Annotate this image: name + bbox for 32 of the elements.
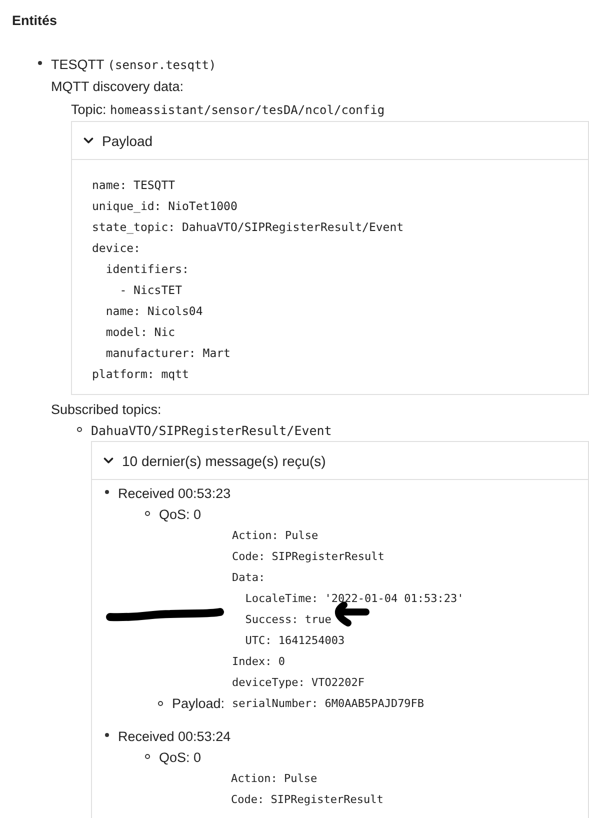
payload-line: Action: Pulse	[231, 771, 318, 787]
payload-line: UTC: 1641254003	[244, 633, 345, 649]
qos-text: QoS: 0	[159, 506, 202, 524]
bullet-icon	[105, 490, 109, 494]
panel-header[interactable]: Payload	[72, 122, 588, 160]
qos-text: QoS: 0	[159, 749, 202, 767]
bullet-icon	[145, 754, 150, 759]
payload-line: serialNumber: 6M0AAB5PAJD79FB	[232, 696, 424, 712]
subscription-topic: DahuaVTO/SIPRegisterResult/Event	[91, 422, 333, 440]
panel-header[interactable]: 10 dernier(s) message(s) reçu(s)	[92, 442, 588, 480]
payload-line: deviceType: VTO2202F	[232, 675, 364, 691]
received-time: Received 00:53:24	[118, 728, 232, 746]
payload-line: Code: SIPRegisterResult	[231, 792, 384, 808]
payload-code: name: TESQTT unique_id: NioTet1000 state_topic: DahuaVTO/SIPRegisterResult/Event device: identifiers: - NicsTET name: Nicols04 model: Nic manufacturer: Mart platform: mqtt	[92, 177, 405, 383]
payload-label: Payload:	[172, 695, 226, 713]
bullet-icon	[158, 701, 163, 706]
subscribed-label: Subscribed topics:	[51, 401, 162, 419]
payload-line: LocaleTime: '2022-01-04 01:53:23'	[244, 591, 464, 607]
received-time: Received 00:53:23	[118, 485, 232, 503]
payload-line: Action: Pulse	[232, 528, 318, 544]
topic-text: Topic: homeassistant/sensor/tesDA/ncol/config	[71, 101, 386, 119]
payload-line: Data:	[232, 570, 266, 586]
payload-line: Success: true	[244, 612, 332, 628]
payload-line: Index: 0	[232, 654, 285, 670]
bullet-icon	[77, 427, 82, 432]
bullet-icon	[145, 511, 150, 516]
entity-name: TESQTT (sensor.tesqtt)	[51, 56, 218, 74]
bullet-icon	[38, 61, 42, 65]
section-title: Entités	[12, 13, 58, 28]
discovery-label: MQTT discovery data:	[51, 78, 185, 96]
bullet-icon	[105, 733, 109, 737]
payload-line: Code: SIPRegisterResult	[232, 549, 384, 565]
